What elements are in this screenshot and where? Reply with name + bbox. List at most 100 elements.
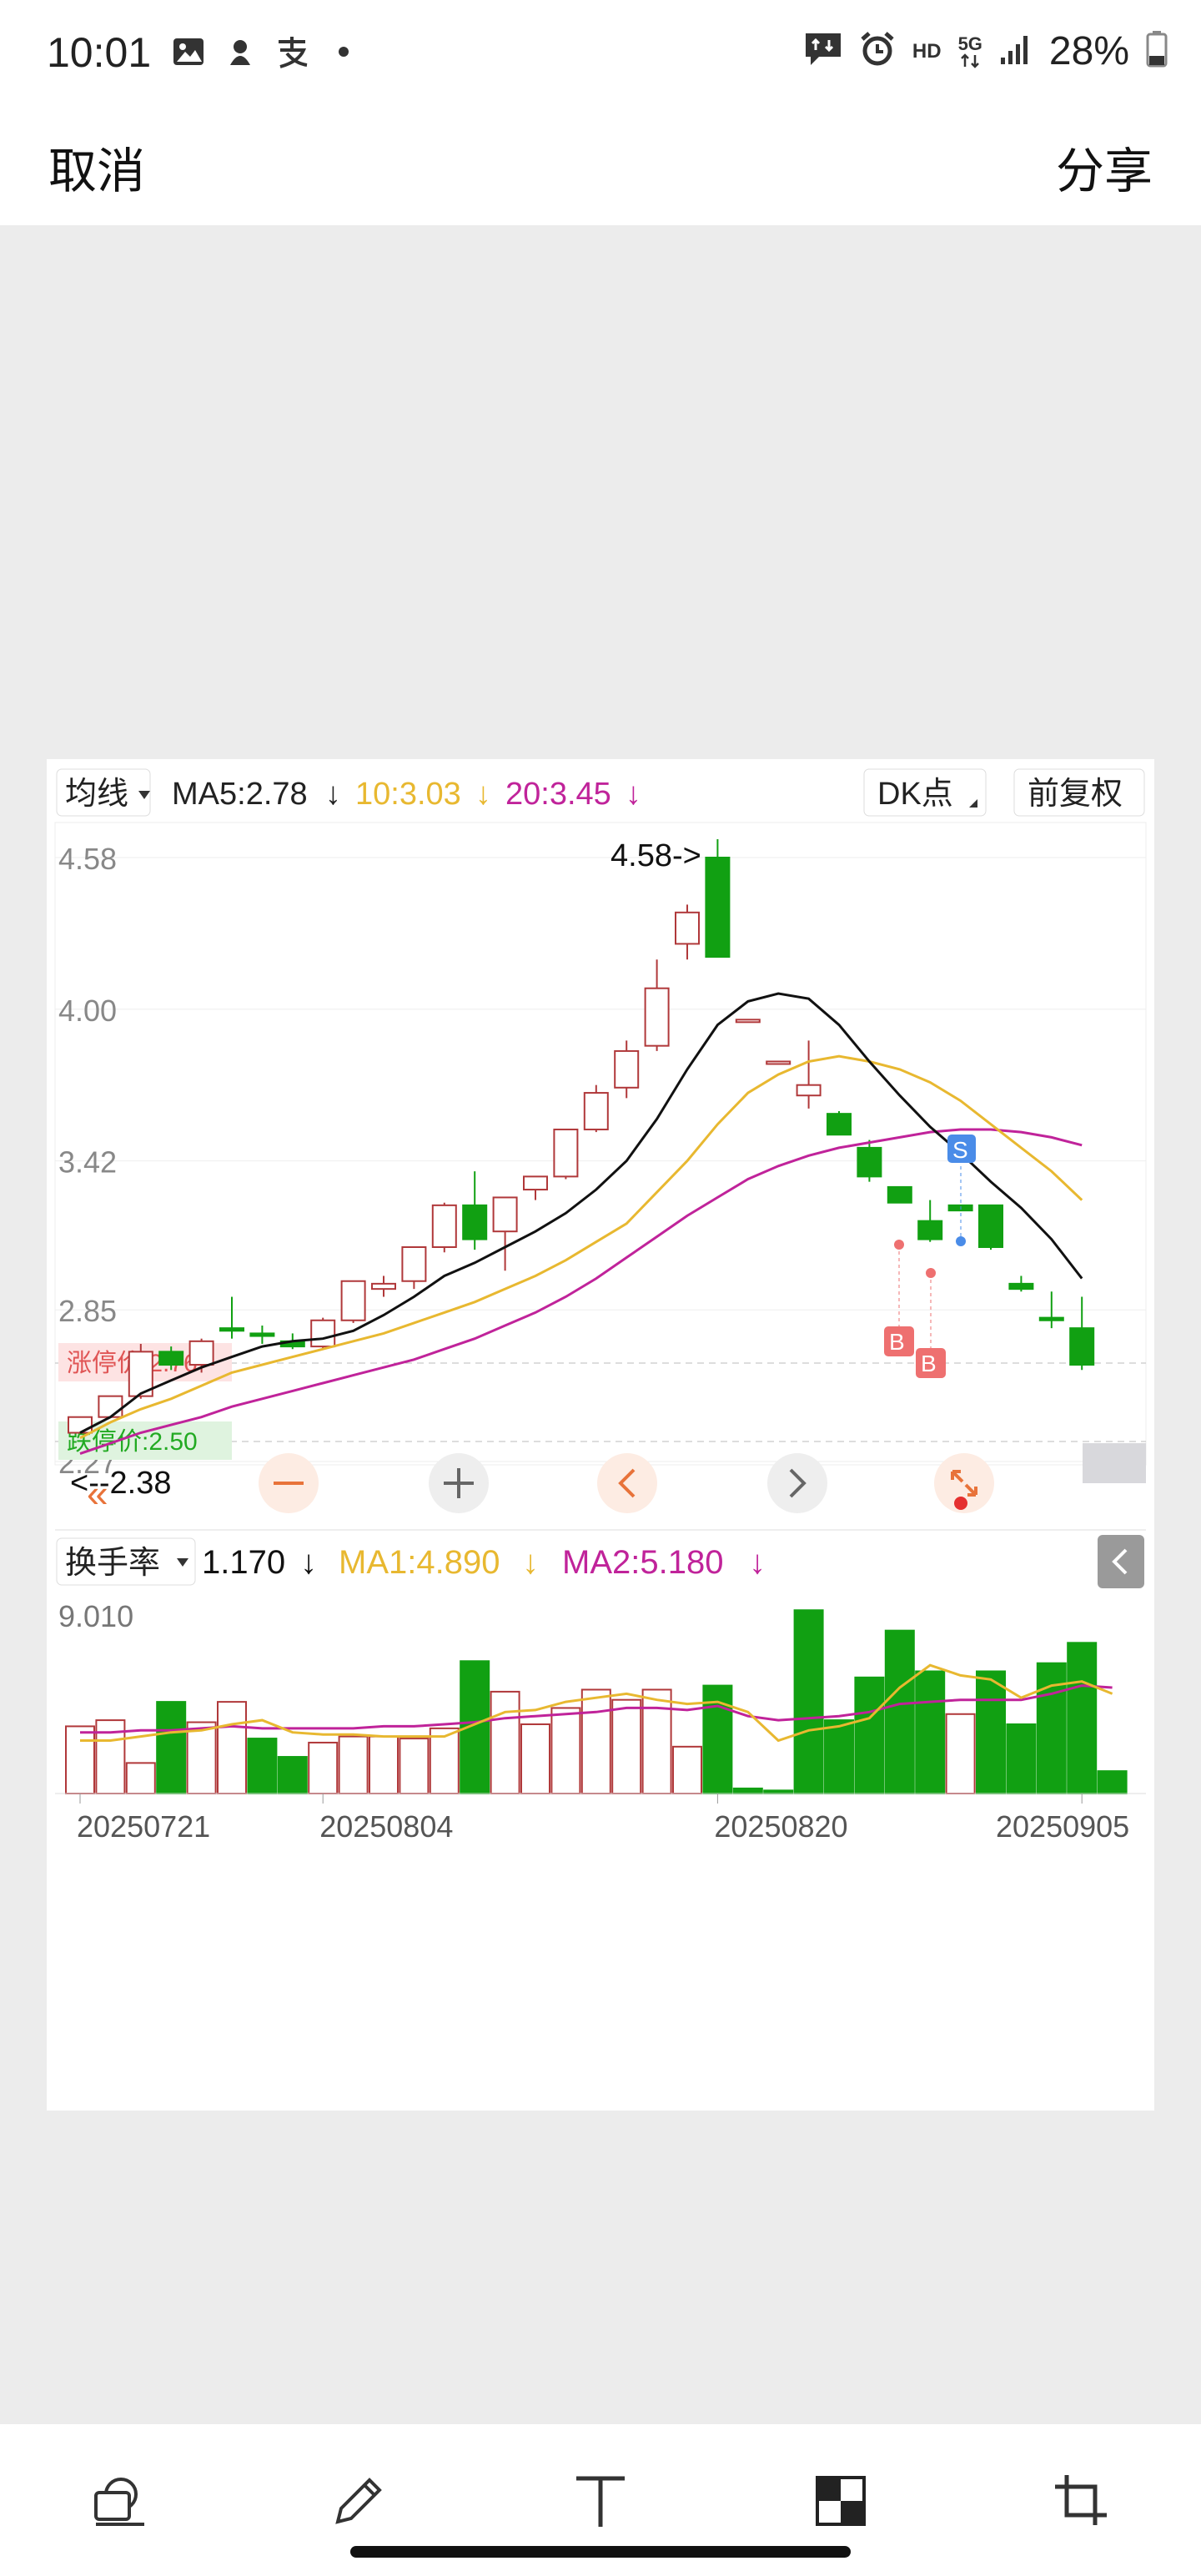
turnover-value: 1.170 bbox=[202, 1544, 285, 1581]
date-axis-labels: 20250721 20250804 20250820 20250905 bbox=[77, 1794, 1129, 1844]
buy-point-2 bbox=[926, 1268, 936, 1278]
dk-point-label: DK点 bbox=[877, 777, 953, 812]
turnover-bar bbox=[520, 1723, 550, 1794]
adjust-mode-label: 前复权 bbox=[1028, 777, 1123, 812]
ma20-value: 20:3.45 bbox=[505, 777, 611, 812]
notification-dot bbox=[954, 1497, 967, 1510]
turnover-bar bbox=[580, 1688, 611, 1794]
candle-body bbox=[827, 1113, 852, 1136]
candle-body bbox=[462, 1204, 488, 1240]
price-axis-labels: 4.584.003.422.852.27 bbox=[58, 842, 117, 1480]
candle-body bbox=[98, 1395, 123, 1418]
candle-body bbox=[887, 1185, 912, 1204]
image-canvas: 均线 MA5:2.78 ↓ 10:3.03 ↓ 20:3.45 ↓ DK点 前复… bbox=[0, 225, 1201, 2424]
date-label: 20250820 bbox=[714, 1809, 847, 1844]
turnover-ma2: MA2:5.180 bbox=[562, 1544, 723, 1581]
turnover-ma1: MA1:4.890 bbox=[339, 1544, 500, 1581]
turnover-bar bbox=[732, 1787, 763, 1794]
erase-icon[interactable] bbox=[87, 2468, 153, 2534]
turnover-bar bbox=[247, 1738, 278, 1794]
ma10-value: 10:3.03 bbox=[355, 777, 461, 812]
scroll-left-button[interactable] bbox=[597, 1453, 657, 1513]
battery-percent: 28% bbox=[1048, 29, 1129, 73]
stock-chart-screenshot: 均线 MA5:2.78 ↓ 10:3.03 ↓ 20:3.45 ↓ DK点 前复… bbox=[47, 759, 1154, 2111]
ma-type-label: 均线 bbox=[65, 777, 128, 812]
share-button[interactable]: 分享 bbox=[1056, 132, 1153, 202]
candle-body bbox=[644, 987, 670, 1047]
buy-point-1 bbox=[894, 1240, 904, 1250]
candle-body bbox=[978, 1204, 1003, 1248]
home-indicator[interactable] bbox=[350, 2546, 851, 2558]
crop-icon[interactable] bbox=[1048, 2468, 1114, 2534]
turnover-bar bbox=[490, 1690, 520, 1795]
candle-body bbox=[553, 1128, 579, 1178]
turnover-bars bbox=[65, 1609, 1128, 1795]
buy-marker-label-1: B bbox=[889, 1329, 905, 1355]
candle-body bbox=[188, 1340, 214, 1366]
rewind-icon[interactable]: « bbox=[87, 1472, 108, 1515]
battery-icon bbox=[1146, 31, 1168, 72]
message-icon bbox=[804, 32, 842, 71]
pen-icon[interactable] bbox=[325, 2468, 392, 2534]
app-icon bbox=[222, 33, 259, 70]
turnover-bar bbox=[277, 1756, 308, 1794]
ma20-line bbox=[79, 1128, 1083, 1456]
ma20-arrow: ↓ bbox=[626, 777, 641, 812]
volume-max-label: 9.010 bbox=[58, 1599, 133, 1633]
turnover-bar bbox=[550, 1707, 581, 1794]
text-icon[interactable] bbox=[567, 2468, 634, 2534]
ma5-value: MA5:2.78 bbox=[172, 777, 308, 812]
editor-header: 取消 分享 bbox=[0, 108, 1201, 225]
date-label: 20250721 bbox=[77, 1809, 210, 1844]
candle-body bbox=[1038, 1316, 1064, 1321]
turnover-bar bbox=[65, 1725, 95, 1794]
date-label: 20250905 bbox=[996, 1809, 1129, 1844]
status-right-icons: HD 5G 28% bbox=[804, 28, 1168, 74]
price-axis-label: 2.85 bbox=[58, 1294, 117, 1328]
dot-icon bbox=[325, 33, 362, 70]
turnover-bar bbox=[1067, 1642, 1098, 1795]
candle-body bbox=[705, 857, 731, 958]
candle-body bbox=[340, 1280, 366, 1321]
turnover-bar bbox=[672, 1745, 702, 1795]
candle-body bbox=[1069, 1327, 1095, 1366]
turnover-bar bbox=[763, 1789, 794, 1794]
cancel-button[interactable]: 取消 bbox=[48, 132, 145, 202]
turnover-bar bbox=[429, 1727, 460, 1795]
turnover-label: 换手率 bbox=[65, 1546, 160, 1581]
turnover-bar bbox=[399, 1738, 430, 1794]
scroll-right-button[interactable] bbox=[767, 1453, 827, 1513]
alipay-icon bbox=[274, 33, 310, 70]
turnover-bar bbox=[1097, 1770, 1128, 1795]
collapse-panel-button[interactable] bbox=[1098, 1535, 1144, 1588]
turnover-bar bbox=[976, 1670, 1006, 1794]
turnover-bar bbox=[156, 1701, 187, 1794]
turnover-bar bbox=[884, 1629, 915, 1795]
network-label: 5G bbox=[958, 34, 982, 68]
gallery-icon bbox=[170, 33, 207, 70]
candle-body bbox=[219, 1327, 244, 1332]
price-axis-label: 3.42 bbox=[58, 1145, 117, 1180]
high-marker: 4.58-> bbox=[611, 838, 701, 873]
date-label: 20250804 bbox=[319, 1809, 453, 1844]
turnover-bar bbox=[369, 1735, 399, 1794]
candle-body bbox=[857, 1146, 882, 1178]
buy-marker-label-2: B bbox=[921, 1351, 937, 1376]
candle-body bbox=[675, 911, 700, 945]
candle-body bbox=[523, 1175, 548, 1191]
candle-body bbox=[583, 1092, 609, 1130]
turnover-bar bbox=[611, 1698, 642, 1794]
candle-body bbox=[401, 1245, 427, 1282]
mosaic-icon[interactable] bbox=[807, 2468, 874, 2534]
turnover-arrow: ↓ bbox=[300, 1544, 317, 1581]
status-bar: 10:01 HD 5G 28% bbox=[0, 0, 1201, 108]
turnover-bar bbox=[125, 1762, 156, 1794]
candle-body bbox=[917, 1220, 943, 1240]
sell-point bbox=[956, 1236, 966, 1246]
status-time: 10:01 bbox=[47, 29, 152, 76]
candle-body bbox=[766, 1060, 791, 1065]
candle-body bbox=[310, 1319, 336, 1348]
ma10-arrow: ↓ bbox=[475, 777, 491, 812]
turnover-bar bbox=[945, 1713, 976, 1794]
scroll-handle[interactable] bbox=[1083, 1443, 1146, 1483]
